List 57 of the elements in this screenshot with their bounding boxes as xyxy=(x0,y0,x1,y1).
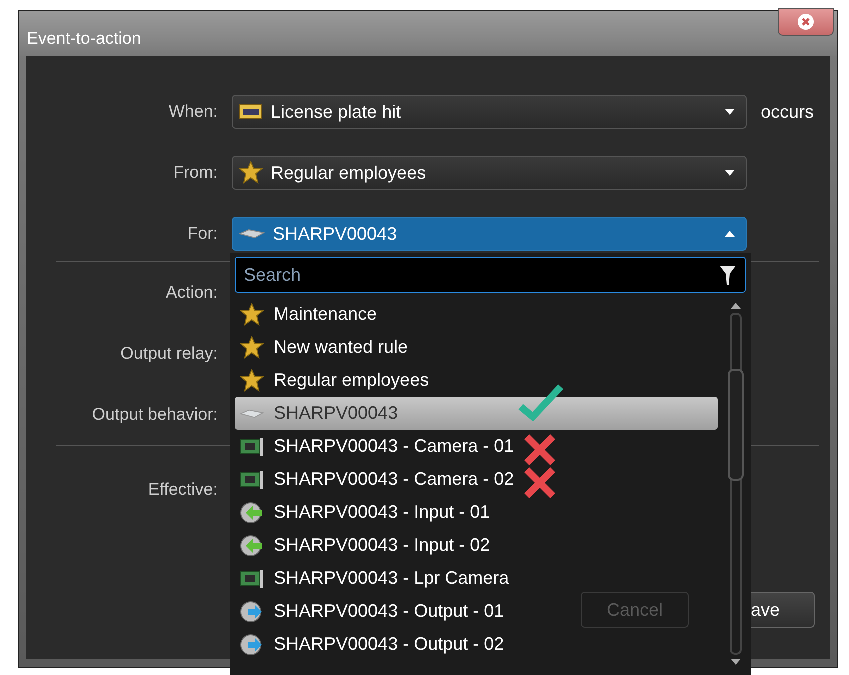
item-label: SHARPV00043 - Camera - 01 xyxy=(274,436,514,457)
field-value: Regular employees xyxy=(271,162,428,184)
field-suffix: occurs xyxy=(761,102,814,122)
close-button[interactable] xyxy=(778,8,834,36)
scrollbar-thumb[interactable] xyxy=(728,369,744,481)
license-plate-icon xyxy=(239,103,263,121)
list-item[interactable]: SHARPV00043 - Lpr Camera xyxy=(235,562,516,595)
device-icon xyxy=(239,228,265,240)
item-label: Maintenance xyxy=(274,304,378,325)
item-label: SHARPV00043 - Lpr Camera xyxy=(274,568,510,589)
dropdown-field[interactable]: License plate hit xyxy=(232,95,747,129)
list-item[interactable]: SHARPV00043 xyxy=(235,397,718,430)
item-label: SHARPV00043 - Input - 01 xyxy=(274,502,490,523)
badge-star-icon xyxy=(240,302,264,326)
item-label: SHARPV00043 - Input - 02 xyxy=(274,535,490,556)
list-item[interactable]: SHARPV00043 - Output - 02 xyxy=(235,628,510,661)
list-item[interactable]: Maintenance xyxy=(235,298,384,331)
scroll-up-icon xyxy=(731,303,741,309)
badge-star-icon xyxy=(239,161,263,185)
item-label: SHARPV00043 - Output - 02 xyxy=(274,634,504,655)
badge-star-icon xyxy=(240,368,264,392)
list-item[interactable]: SHARPV00043 - Input - 02 xyxy=(235,529,496,562)
field-label: For: xyxy=(186,224,218,244)
caret-down-icon xyxy=(724,169,736,177)
field-label: Output behavior: xyxy=(91,404,218,424)
list-item[interactable]: Regular employees xyxy=(235,364,436,397)
list-item[interactable]: SHARPV00043 - Input - 01 xyxy=(235,496,496,529)
list-item[interactable]: SHARPV00043 - Camera - 01 xyxy=(235,430,520,463)
item-label: SHARPV00043 - Output - 01 xyxy=(274,601,504,622)
scrollbar[interactable] xyxy=(729,303,743,665)
dropdown-field[interactable]: SHARPV00043 xyxy=(232,217,747,251)
caret-up-icon xyxy=(724,230,736,238)
item-label: SHARPV00043 - Camera - 02 xyxy=(274,469,514,490)
circuit-board-icon xyxy=(240,436,264,456)
field-value: License plate hit xyxy=(271,102,402,122)
circuit-board-icon xyxy=(240,568,264,588)
item-label: New wanted rule xyxy=(274,337,408,358)
field-label: From: xyxy=(172,163,218,183)
dropdown-field[interactable]: Regular employees xyxy=(232,156,747,190)
list-item[interactable]: New wanted rule xyxy=(235,331,414,364)
field-label: Action: xyxy=(165,282,218,302)
item-label: SHARPV00043 xyxy=(274,403,398,424)
badge-star-icon xyxy=(240,336,264,360)
close-icon xyxy=(797,13,815,31)
field-label: Output relay: xyxy=(120,344,218,364)
caret-down-icon xyxy=(724,108,736,116)
field-label: Effective: xyxy=(147,480,218,500)
item-label: Regular employees xyxy=(274,370,430,391)
field-label: When: xyxy=(168,102,218,122)
field-value: SHARPV00043 xyxy=(273,224,398,244)
search-field[interactable]: Search xyxy=(235,257,746,293)
window-title: Event-to-action xyxy=(27,28,142,48)
device-icon xyxy=(240,408,264,420)
list-item[interactable]: SHARPV00043 - Camera - 02 xyxy=(235,463,520,496)
list-item[interactable]: SHARPV00043 - Output - 01 xyxy=(235,595,510,628)
circuit-board-icon xyxy=(240,470,264,490)
filter-icon xyxy=(719,264,737,286)
